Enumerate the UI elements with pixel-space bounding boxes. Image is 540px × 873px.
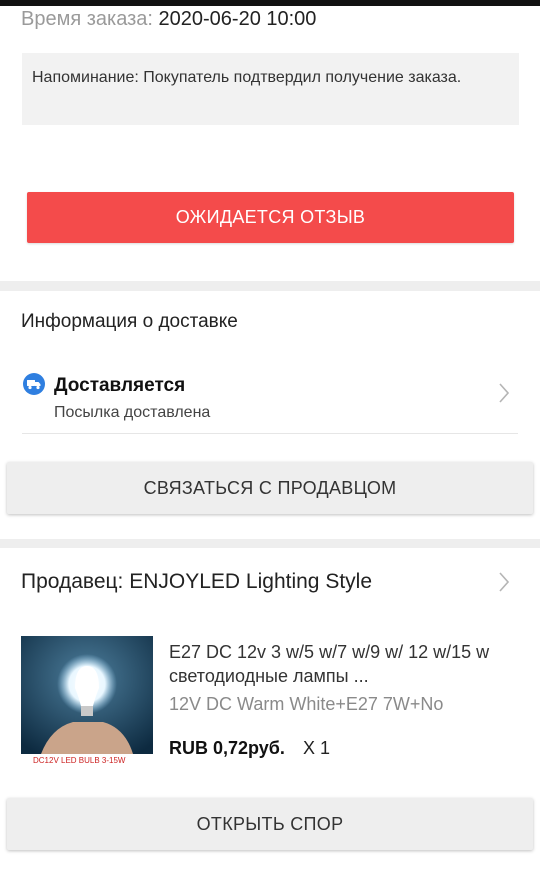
- awaiting-review-button[interactable]: ОЖИДАЕТСЯ ОТЗЫВ: [27, 192, 514, 243]
- delivery-section-title: Информация о доставке: [21, 311, 238, 332]
- order-status-card: Время заказа: 2020-06-20 10:00 Напоминан…: [0, 6, 540, 281]
- seller-row[interactable]: Продавец: ENJOYLED Lighting Style: [0, 566, 540, 602]
- contact-seller-button[interactable]: СВЯЗАТЬСЯ С ПРОДАВЦОМ: [7, 462, 533, 514]
- product-title: E27 DC 12v 3 w/5 w/7 w/9 w/ 12 w/15 w св…: [169, 642, 490, 686]
- reminder-box: Напоминание: Покупатель подтвердил получ…: [22, 53, 519, 125]
- delivery-status-row[interactable]: Доставляется Посылка доставлена: [0, 363, 540, 435]
- seller-card: Продавец: ENJOYLED Lighting Style DC12V …: [0, 548, 540, 873]
- delivery-status-detail: Посылка доставлена: [54, 404, 211, 421]
- delivery-status: Доставляется: [54, 375, 186, 396]
- order-time: Время заказа: 2020-06-20 10:00: [21, 7, 316, 31]
- product-price: RUB 0,72руб.: [169, 738, 285, 758]
- divider: [22, 433, 518, 434]
- product-image: DC12V LED BULB 3-15W: [21, 636, 153, 766]
- order-time-value: 2020-06-20 10:00: [158, 8, 317, 30]
- order-time-label: Время заказа:: [21, 8, 153, 30]
- product-image-caption: DC12V LED BULB 3-15W: [33, 756, 126, 765]
- truck-icon: [23, 373, 45, 395]
- delivery-card: Информация о доставке Доставляется Посыл…: [0, 291, 540, 539]
- open-dispute-button[interactable]: ОТКРЫТЬ СПОР: [7, 798, 533, 850]
- product-variant: 12V DC Warm White+E27 7W+No: [169, 694, 444, 714]
- product-quantity: X 1: [303, 738, 331, 758]
- chevron-right-icon: [499, 572, 510, 592]
- seller-name: Продавец: ENJOYLED Lighting Style: [21, 570, 373, 593]
- product-item[interactable]: DC12V LED BULB 3-15W E27 DC 12v 3 w/5 w/…: [0, 632, 540, 772]
- chevron-right-icon: [499, 383, 510, 403]
